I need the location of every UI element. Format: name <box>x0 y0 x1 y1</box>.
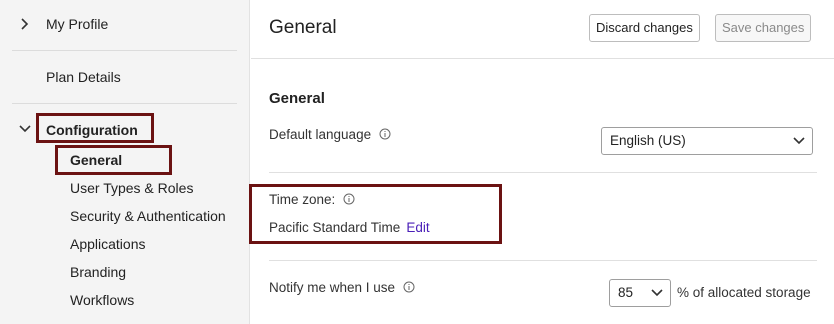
notify-text: Notify me when I use <box>269 280 396 295</box>
chevron-right-icon[interactable] <box>18 17 32 31</box>
caret-down-icon <box>793 137 805 145</box>
page-title: General <box>269 17 337 38</box>
sidebar-subitem-user-types-roles[interactable]: User Types & Roles <box>70 180 193 196</box>
sidebar-subitem-security-authentication[interactable]: Security & Authentication <box>70 208 226 224</box>
sidebar-divider <box>12 50 237 51</box>
info-icon[interactable] <box>403 281 415 293</box>
storage-threshold-value: 85 <box>618 285 634 300</box>
sidebar-subitem-applications[interactable]: Applications <box>70 236 146 252</box>
header-divider <box>251 58 834 59</box>
default-language-text: Default language <box>269 127 372 142</box>
highlight-time-zone <box>249 184 502 244</box>
default-language-label: Default language <box>269 127 391 142</box>
section-title: General <box>269 90 325 107</box>
row-divider <box>269 260 817 261</box>
default-language-select[interactable]: English (US) <box>601 127 813 155</box>
storage-threshold-select[interactable]: 85 <box>609 279 671 307</box>
discard-changes-button[interactable]: Discard changes <box>589 14 700 42</box>
chevron-down-icon[interactable] <box>18 122 32 136</box>
caret-down-icon <box>651 289 663 297</box>
sidebar-subitem-workflows[interactable]: Workflows <box>70 292 134 308</box>
notify-label: Notify me when I use <box>269 280 415 295</box>
highlight-general <box>55 145 172 175</box>
sidebar: My Profile Plan Details Configuration Ge… <box>0 0 250 324</box>
main-panel: General Discard changes Save changes Gen… <box>249 0 834 324</box>
sidebar-item-plan-details[interactable]: Plan Details <box>46 69 121 85</box>
sidebar-item-my-profile[interactable]: My Profile <box>46 16 108 32</box>
highlight-configuration <box>36 113 154 143</box>
sidebar-divider <box>12 103 237 104</box>
row-divider <box>269 172 817 173</box>
storage-suffix: % of allocated storage <box>677 285 811 300</box>
save-changes-button[interactable]: Save changes <box>715 14 812 42</box>
sidebar-subitem-branding[interactable]: Branding <box>70 264 126 280</box>
default-language-value: English (US) <box>610 133 686 148</box>
info-icon[interactable] <box>379 128 391 140</box>
